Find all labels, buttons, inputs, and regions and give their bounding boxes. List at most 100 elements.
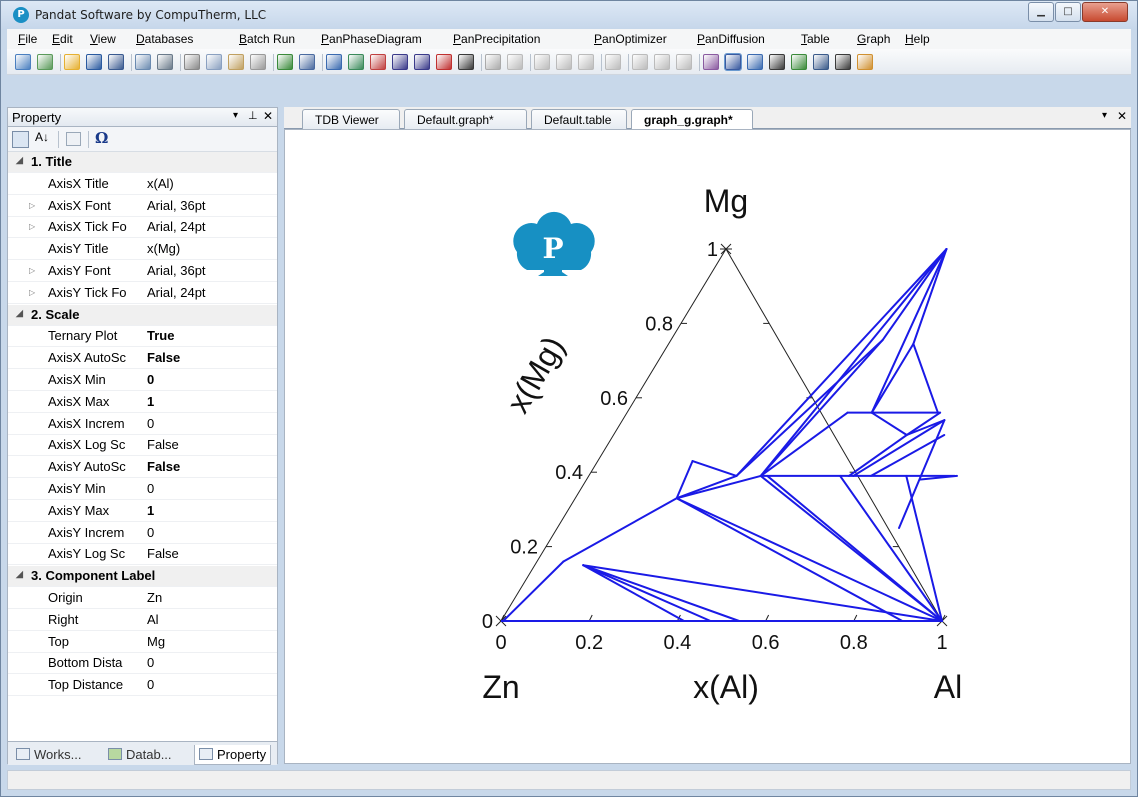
property-row[interactable]: AxisY AutoSc False <box>8 457 277 479</box>
menu-edit[interactable]: Edit <box>52 32 73 46</box>
doc-tab-default-graph-[interactable]: Default.graph* <box>404 109 527 129</box>
property-row[interactable]: AxisX Log Sc False <box>8 435 277 457</box>
new-workspace-icon[interactable] <box>15 54 31 70</box>
property-row[interactable]: AxisY Log Sc False <box>8 544 277 566</box>
property-value[interactable]: x(Al) <box>147 176 174 191</box>
copy-icon[interactable] <box>206 54 222 70</box>
spreadsheet-icon[interactable] <box>605 54 621 70</box>
text-icon[interactable] <box>835 54 851 70</box>
isopleth-icon[interactable] <box>458 54 474 70</box>
categorized-view-icon[interactable] <box>12 131 29 148</box>
menu-file[interactable]: File <box>18 32 37 46</box>
property-section[interactable]: ◢ 1. Title <box>8 152 277 173</box>
property-row[interactable]: ▷ AxisX Font Arial, 36pt <box>8 196 277 217</box>
menu-view[interactable]: View <box>90 32 116 46</box>
property-row[interactable]: AxisX Increm 0 <box>8 414 277 435</box>
menu-pandiffusion[interactable]: PanDiffusion <box>697 32 765 46</box>
property-value[interactable]: 0 <box>147 416 154 431</box>
property-row[interactable]: AxisX AutoSc False <box>8 348 277 370</box>
property-row[interactable]: Right Al <box>8 610 277 631</box>
chart-icon[interactable] <box>632 54 648 70</box>
property-value[interactable]: False <box>147 546 179 561</box>
expand-icon[interactable]: ▷ <box>29 222 35 231</box>
scatter-icon[interactable] <box>534 54 550 70</box>
plot-icon[interactable] <box>654 54 670 70</box>
property-value[interactable]: 0 <box>147 372 154 387</box>
property-row[interactable]: Top Mg <box>8 632 277 653</box>
calculate-icon[interactable] <box>348 54 364 70</box>
property-value[interactable]: 1 <box>147 394 154 409</box>
wizard-icon[interactable] <box>703 54 719 70</box>
bottom-tab-works[interactable]: Works... <box>12 745 85 765</box>
pin-icon[interactable]: ⊥ <box>248 109 258 122</box>
property-row[interactable]: AxisY Title x(Mg) <box>8 239 277 261</box>
tab-list-dropdown-icon[interactable]: ▾ <box>1102 110 1107 121</box>
property-value[interactable]: Mg <box>147 634 165 649</box>
property-row[interactable]: ▷ AxisY Tick Fo Arial, 24pt <box>8 283 277 304</box>
menu-batch-run[interactable]: Batch Run <box>239 32 295 46</box>
zoom-icon[interactable] <box>747 54 763 70</box>
property-value[interactable]: 1 <box>147 503 154 518</box>
print-icon[interactable] <box>157 54 173 70</box>
property-value[interactable]: 0 <box>147 525 154 540</box>
collapse-icon[interactable]: ◢ <box>16 155 23 166</box>
menu-panprecipitation[interactable]: PanPrecipitation <box>453 32 540 46</box>
contour-icon[interactable] <box>578 54 594 70</box>
grid-icon[interactable] <box>507 54 523 70</box>
table-icon[interactable] <box>299 54 315 70</box>
line-calc-icon[interactable] <box>392 54 408 70</box>
new-project-icon[interactable] <box>37 54 53 70</box>
property-section[interactable]: ◢ 2. Scale <box>8 304 277 326</box>
property-row[interactable]: AxisY Increm 0 <box>8 523 277 544</box>
property-value[interactable]: False <box>147 350 180 365</box>
save-icon[interactable] <box>86 54 102 70</box>
property-value[interactable]: False <box>147 437 179 452</box>
property-row[interactable]: Origin Zn <box>8 588 277 609</box>
save-all-icon[interactable] <box>108 54 124 70</box>
property-row[interactable]: Top Distance 0 <box>8 675 277 697</box>
ternary-icon[interactable] <box>436 54 452 70</box>
tab-close-icon[interactable]: ✕ <box>1117 109 1127 123</box>
legend-icon[interactable] <box>813 54 829 70</box>
map-icon[interactable] <box>556 54 572 70</box>
menu-graph[interactable]: Graph <box>857 32 890 46</box>
cut-icon[interactable] <box>184 54 200 70</box>
pane-menu-dropdown-icon[interactable]: ▾ <box>233 110 238 121</box>
menu-table[interactable]: Table <box>801 32 830 46</box>
pane-close-icon[interactable]: ✕ <box>263 109 273 123</box>
property-row[interactable]: AxisY Min 0 <box>8 479 277 500</box>
doc-tab-graph_g-graph-[interactable]: graph_g.graph* <box>631 109 753 130</box>
property-value[interactable]: Arial, 36pt <box>147 263 206 278</box>
property-value[interactable]: Al <box>147 612 159 627</box>
menu-help[interactable]: Help <box>905 32 930 46</box>
property-value[interactable]: 0 <box>147 677 154 692</box>
menu-panoptimizer[interactable]: PanOptimizer <box>594 32 667 46</box>
graph-canvas[interactable]: P 0 0 0.2 0.2 0.4 0.4 0.6 0.6 0.8 0.8 1 1 Mg Zn Al x(Al)… <box>284 129 1131 764</box>
sort-alpha-icon[interactable]: A↓ <box>35 130 49 144</box>
property-value[interactable]: Arial, 36pt <box>147 198 206 213</box>
property-value[interactable]: 0 <box>147 655 154 670</box>
expand-icon[interactable]: ▷ <box>29 266 35 275</box>
collapse-icon[interactable]: ◢ <box>16 308 23 319</box>
property-row[interactable]: AxisX Min 0 <box>8 370 277 391</box>
property-section[interactable]: ◢ 3. Component Label <box>8 566 277 588</box>
property-value[interactable]: x(Mg) <box>147 241 180 256</box>
menu-panphasediagram[interactable]: PanPhaseDiagram <box>321 32 422 46</box>
section-icon[interactable] <box>414 54 430 70</box>
property-pages-icon[interactable] <box>66 132 81 146</box>
pen-icon[interactable] <box>857 54 873 70</box>
property-row[interactable]: Bottom Dista 0 <box>8 653 277 675</box>
maximize-button[interactable]: □ <box>1055 2 1081 22</box>
pointer-icon[interactable] <box>724 53 742 71</box>
lasso-icon[interactable] <box>769 54 785 70</box>
export-icon[interactable] <box>676 54 692 70</box>
property-row[interactable]: Ternary Plot True <box>8 326 277 348</box>
point-calc-icon[interactable] <box>370 54 386 70</box>
doc-tab-tdb-viewer[interactable]: TDB Viewer <box>302 109 400 129</box>
download-icon[interactable] <box>326 54 342 70</box>
batch-icon[interactable] <box>485 54 501 70</box>
omega-icon[interactable]: Ω <box>95 129 108 147</box>
bottom-tab-datab[interactable]: Datab... <box>104 745 176 765</box>
property-row[interactable]: AxisY Max 1 <box>8 501 277 522</box>
doc-tab-default-table[interactable]: Default.table <box>531 109 627 129</box>
